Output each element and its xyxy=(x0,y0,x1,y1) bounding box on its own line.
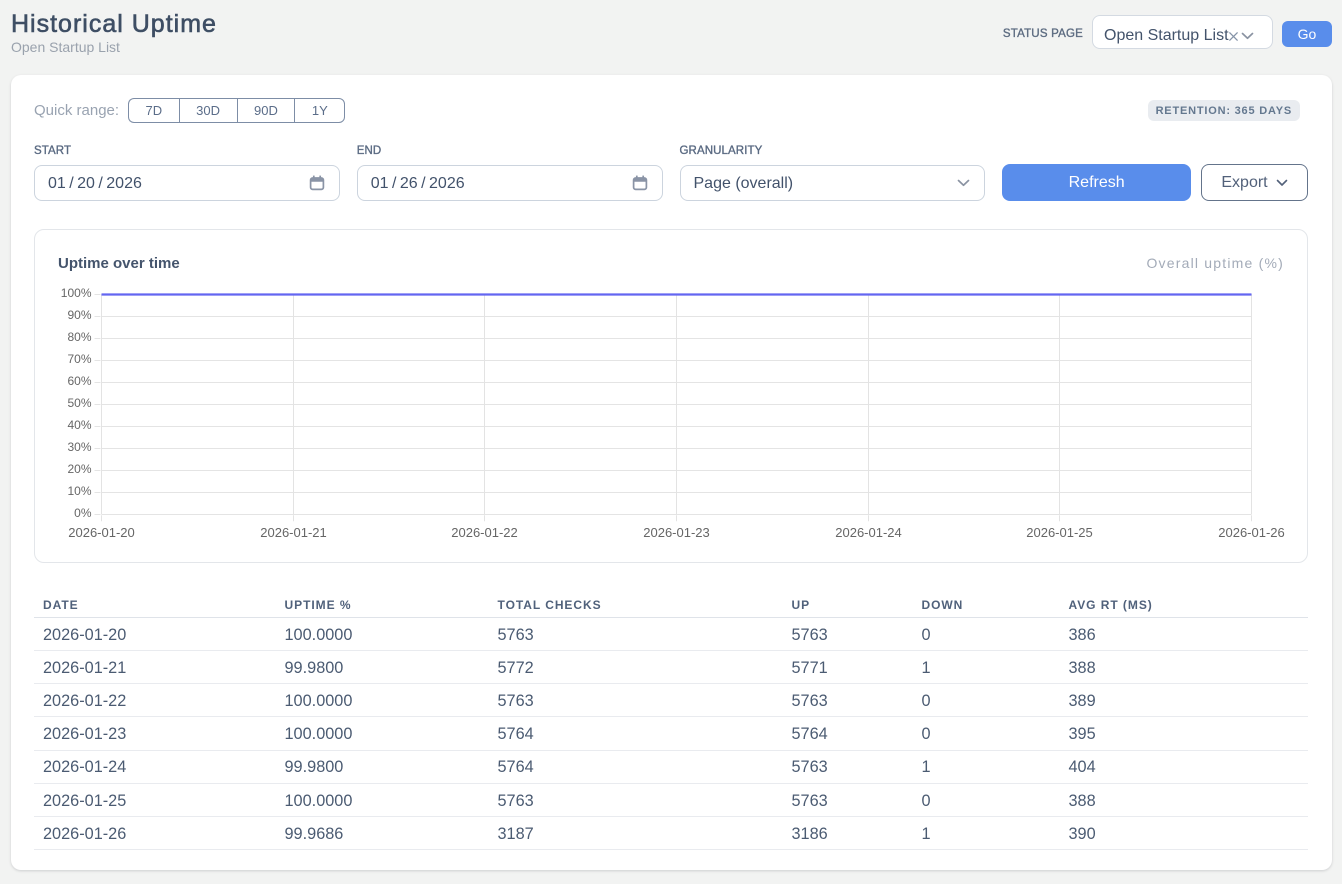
svg-text:2026-01-25: 2026-01-25 xyxy=(1026,525,1093,540)
svg-text:90%: 90% xyxy=(67,308,91,322)
svg-text:40%: 40% xyxy=(67,418,91,432)
svg-text:2026-01-21: 2026-01-21 xyxy=(260,525,327,540)
svg-text:2026-01-26: 2026-01-26 xyxy=(1218,525,1285,540)
svg-text:20%: 20% xyxy=(67,462,91,476)
svg-text:0%: 0% xyxy=(74,506,92,520)
svg-text:2026-01-24: 2026-01-24 xyxy=(835,525,902,540)
svg-text:2026-01-22: 2026-01-22 xyxy=(451,525,518,540)
svg-text:80%: 80% xyxy=(67,330,91,344)
svg-text:30%: 30% xyxy=(67,440,91,454)
svg-text:2026-01-23: 2026-01-23 xyxy=(643,525,710,540)
svg-text:10%: 10% xyxy=(67,484,91,498)
svg-text:2026-01-20: 2026-01-20 xyxy=(68,525,135,540)
svg-text:60%: 60% xyxy=(67,374,91,388)
svg-text:50%: 50% xyxy=(67,396,91,410)
svg-text:70%: 70% xyxy=(67,352,91,366)
svg-text:100%: 100% xyxy=(61,286,92,300)
